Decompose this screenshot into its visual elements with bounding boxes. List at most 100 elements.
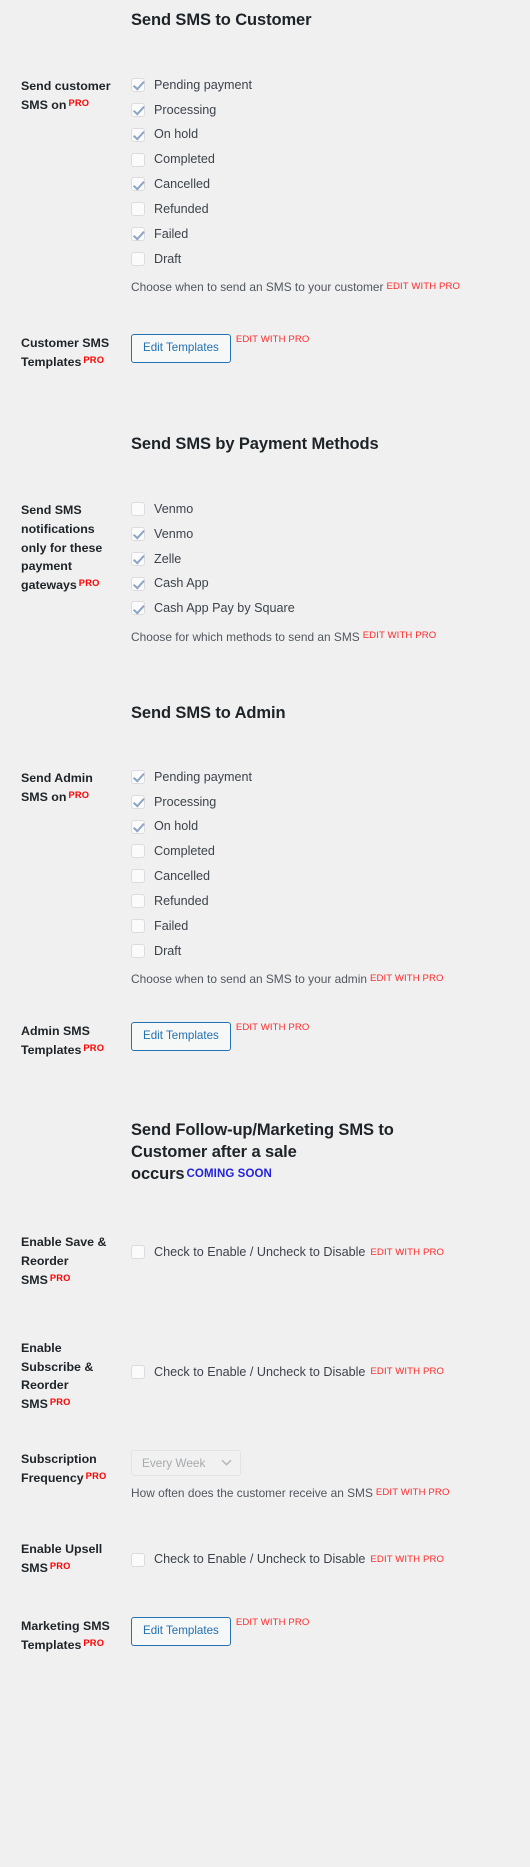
list-item[interactable]: Cash App xyxy=(131,575,522,591)
checkbox-label: Processing xyxy=(154,794,217,809)
checkbox-label: Venmo xyxy=(154,526,194,541)
checkbox-label: Zelle xyxy=(154,551,182,566)
list-item[interactable]: Processing xyxy=(131,102,522,118)
checkbox-row[interactable]: Check to Enable / Uncheck to Disable EDI… xyxy=(131,1540,522,1567)
checkbox-enable-save-reorder-sms[interactable] xyxy=(131,1245,145,1260)
list-item[interactable]: Venmo xyxy=(131,501,522,517)
field-label-payment-gateways: Send SMS notifications only for these pa… xyxy=(0,501,131,595)
list-item[interactable]: On hold xyxy=(131,818,522,834)
checkbox-completed[interactable] xyxy=(131,152,145,167)
checkbox-failed[interactable] xyxy=(131,227,145,242)
field-control-send-customer-sms-on: Pending payment Processing On hold Compl… xyxy=(131,77,530,297)
list-item[interactable]: Cash App Pay by Square xyxy=(131,600,522,616)
checkbox-cash-app-pay-by-square[interactable] xyxy=(131,601,145,616)
checkbox-admin-failed[interactable] xyxy=(131,918,145,933)
pro-badge: PRO xyxy=(83,1637,105,1648)
checkbox-admin-cancelled[interactable] xyxy=(131,869,145,884)
checkbox-cancelled[interactable] xyxy=(131,177,145,192)
list-item[interactable]: Venmo xyxy=(131,526,522,542)
chevron-down-icon xyxy=(221,1459,232,1468)
section-title-admin: Send SMS to Admin xyxy=(131,703,286,722)
checkbox-refunded[interactable] xyxy=(131,202,145,217)
edit-with-pro-badge[interactable]: EDIT WITH PRO xyxy=(236,1022,310,1033)
list-item[interactable]: Cancelled xyxy=(131,176,522,192)
pro-badge: PRO xyxy=(49,1272,71,1283)
edit-admin-templates-button[interactable]: Edit Templates xyxy=(131,1022,231,1051)
section-header-marketing: Send Follow-up/Marketing SMS to Customer… xyxy=(0,1120,530,1185)
field-row-send-customer-sms-on: Send customer SMS on PRO Pending payment … xyxy=(0,77,530,297)
list-item[interactable]: Completed xyxy=(131,843,522,859)
description-text: Choose for which methods to send an SMS xyxy=(131,629,360,644)
field-row-payment-gateways: Send SMS notifications only for these pa… xyxy=(0,501,530,646)
edit-with-pro-badge[interactable]: EDIT WITH PRO xyxy=(236,334,310,345)
field-description-admin-send-on: Choose when to send an SMS to your admin… xyxy=(131,971,522,988)
description-text: Choose when to send an SMS to your custo… xyxy=(131,280,384,295)
sms-settings-page: Send SMS to Customer Send customer SMS o… xyxy=(0,0,530,1695)
checkbox-venmo-1[interactable] xyxy=(131,502,145,517)
coming-soon-badge: COMING SOON xyxy=(186,1167,272,1180)
edit-with-pro-badge[interactable]: EDIT WITH PRO xyxy=(236,1617,310,1628)
list-item[interactable]: Pending payment xyxy=(131,769,522,785)
list-item[interactable]: Zelle xyxy=(131,551,522,567)
list-item[interactable]: Draft xyxy=(131,943,522,959)
checkbox-admin-processing[interactable] xyxy=(131,794,145,809)
checkbox-processing[interactable] xyxy=(131,102,145,117)
pro-badge: PRO xyxy=(83,1043,105,1054)
checkbox-cash-app[interactable] xyxy=(131,576,145,591)
checkbox-label: Pending payment xyxy=(154,77,253,92)
description-text: How often does the customer receive an S… xyxy=(131,1486,373,1501)
checkbox-pending-payment[interactable] xyxy=(131,77,145,92)
checkbox-label: Draft xyxy=(154,251,182,266)
list-item[interactable]: Failed xyxy=(131,918,522,934)
edit-with-pro-badge[interactable]: EDIT WITH PRO xyxy=(363,630,437,641)
field-control-enable-save-reorder-sms: Check to Enable / Uncheck to Disable EDI… xyxy=(131,1233,530,1260)
checkbox-venmo-2[interactable] xyxy=(131,526,145,541)
field-control-subscription-frequency: Every Week How often does the customer r… xyxy=(131,1450,530,1502)
checkbox-admin-completed[interactable] xyxy=(131,844,145,859)
list-item[interactable]: Completed xyxy=(131,151,522,167)
checkbox-row[interactable]: Check to Enable / Uncheck to Disable EDI… xyxy=(131,1339,522,1380)
checkbox-zelle[interactable] xyxy=(131,551,145,566)
checkbox-label: On hold xyxy=(154,127,199,142)
edit-marketing-templates-button[interactable]: Edit Templates xyxy=(131,1617,231,1646)
checkbox-on-hold[interactable] xyxy=(131,127,145,142)
checkbox-label: Cancelled xyxy=(154,869,211,884)
checkbox-admin-pending-payment[interactable] xyxy=(131,769,145,784)
section-title-marketing: Send Follow-up/Marketing SMS to Customer… xyxy=(131,1120,421,1185)
list-item[interactable]: Draft xyxy=(131,251,522,267)
edit-with-pro-badge[interactable]: EDIT WITH PRO xyxy=(370,1554,444,1565)
field-row-enable-subscribe-reorder-sms: Enable Subscribe & Reorder SMS PRO Check … xyxy=(0,1339,530,1414)
checkbox-admin-draft[interactable] xyxy=(131,943,145,958)
checkbox-draft[interactable] xyxy=(131,251,145,266)
list-item[interactable]: Cancelled xyxy=(131,868,522,884)
pro-badge: PRO xyxy=(49,1397,71,1408)
field-row-marketing-sms-templates: Marketing SMS Templates PRO Edit Template… xyxy=(0,1617,530,1655)
list-item[interactable]: Failed xyxy=(131,226,522,242)
checkbox-admin-refunded[interactable] xyxy=(131,894,145,909)
field-description-customer-send-on: Choose when to send an SMS to your custo… xyxy=(131,279,522,296)
field-label-marketing-sms-templates: Marketing SMS Templates PRO xyxy=(0,1617,131,1655)
pro-badge: PRO xyxy=(78,578,100,589)
list-item[interactable]: Pending payment xyxy=(131,77,522,93)
list-item[interactable]: Processing xyxy=(131,794,522,810)
edit-with-pro-badge[interactable]: EDIT WITH PRO xyxy=(370,973,444,984)
edit-with-pro-badge[interactable]: EDIT WITH PRO xyxy=(370,1247,444,1258)
list-item[interactable]: Refunded xyxy=(131,893,522,909)
checkbox-row[interactable]: Check to Enable / Uncheck to Disable EDI… xyxy=(131,1233,522,1260)
checkbox-admin-on-hold[interactable] xyxy=(131,819,145,834)
edit-with-pro-badge[interactable]: EDIT WITH PRO xyxy=(386,281,460,292)
edit-customer-templates-button[interactable]: Edit Templates xyxy=(131,334,231,363)
edit-with-pro-badge[interactable]: EDIT WITH PRO xyxy=(376,1487,450,1498)
edit-with-pro-badge[interactable]: EDIT WITH PRO xyxy=(370,1366,444,1377)
checkbox-enable-subscribe-reorder-sms[interactable] xyxy=(131,1364,145,1379)
field-control-admin-sms-templates: Edit Templates EDIT WITH PRO xyxy=(131,1022,530,1051)
admin-status-checkbox-list: Pending payment Processing On hold Compl… xyxy=(131,769,522,959)
checkbox-label: Venmo xyxy=(154,501,194,516)
select-value: Every Week xyxy=(142,1456,206,1471)
field-label-send-admin-sms-on: Send Admin SMS on PRO xyxy=(0,769,131,807)
list-item[interactable]: On hold xyxy=(131,126,522,142)
checkbox-enable-upsell-sms[interactable] xyxy=(131,1552,145,1567)
checkbox-label: Check to Enable / Uncheck to Disable xyxy=(154,1245,366,1260)
subscription-frequency-select[interactable]: Every Week xyxy=(131,1450,242,1477)
list-item[interactable]: Refunded xyxy=(131,201,522,217)
